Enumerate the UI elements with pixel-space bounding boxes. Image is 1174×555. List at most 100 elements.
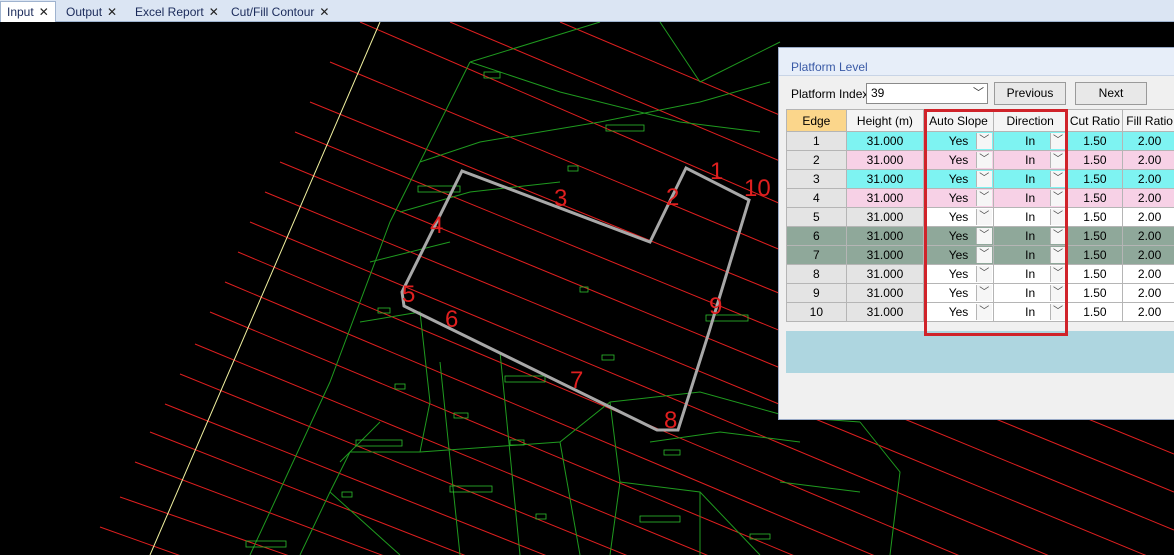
chevron-down-icon[interactable]: ﹀ <box>975 304 992 320</box>
chevron-down-icon[interactable]: ﹀ <box>1049 247 1066 263</box>
chevron-down-icon[interactable]: ﹀ <box>1049 152 1066 168</box>
direction-select[interactable]: In ﹀ <box>992 150 1068 170</box>
fill-ratio-cell[interactable]: 2.00 <box>1122 150 1174 170</box>
direction-select[interactable]: In ﹀ <box>992 245 1068 265</box>
chevron-down-icon[interactable]: ﹀ <box>1049 190 1066 206</box>
close-icon[interactable]: ✕ <box>209 5 219 19</box>
auto-slope-select[interactable]: Yes ﹀ <box>923 264 994 284</box>
chevron-down-icon[interactable]: ﹀ <box>1049 209 1066 225</box>
cut-ratio-cell[interactable]: 1.50 <box>1066 207 1124 227</box>
column-header-edge[interactable]: Edge <box>786 109 847 132</box>
cut-ratio-cell[interactable]: 1.50 <box>1066 226 1124 246</box>
tab-input[interactable]: Input ✕ <box>0 1 56 22</box>
cut-ratio-cell[interactable]: 1.50 <box>1066 169 1124 189</box>
tab-label: Input <box>7 5 34 19</box>
auto-slope-select[interactable]: Yes ﹀ <box>923 226 994 246</box>
auto-slope-select[interactable]: Yes ﹀ <box>923 188 994 208</box>
fill-ratio-cell[interactable]: 2.00 <box>1122 245 1174 265</box>
height-cell[interactable]: 31.000 <box>845 169 925 189</box>
table-row[interactable]: 6 31.000 Yes ﹀ In ﹀ 1.50 2.00 <box>786 226 1174 246</box>
cut-ratio-cell[interactable]: 1.50 <box>1066 264 1124 284</box>
close-icon[interactable]: ✕ <box>107 5 117 19</box>
table-row[interactable]: 1 31.000 Yes ﹀ In ﹀ 1.50 2.00 <box>786 131 1174 151</box>
close-icon[interactable]: ✕ <box>39 5 49 19</box>
chevron-down-icon[interactable]: ﹀ <box>975 247 992 263</box>
column-header-cut-ratio[interactable]: Cut Ratio <box>1066 109 1124 132</box>
table-row[interactable]: 8 31.000 Yes ﹀ In ﹀ 1.50 2.00 <box>786 264 1174 284</box>
direction-select[interactable]: In ﹀ <box>992 302 1068 322</box>
close-icon[interactable]: ✕ <box>319 5 329 19</box>
auto-slope-select[interactable]: Yes ﹀ <box>923 131 994 151</box>
chevron-down-icon[interactable]: ﹀ <box>975 171 992 187</box>
chevron-down-icon[interactable]: ﹀ <box>975 228 992 244</box>
table-row[interactable]: 5 31.000 Yes ﹀ In ﹀ 1.50 2.00 <box>786 207 1174 227</box>
chevron-down-icon[interactable]: ﹀ <box>973 84 984 103</box>
height-cell[interactable]: 31.000 <box>845 283 925 303</box>
chevron-down-icon[interactable]: ﹀ <box>1049 133 1066 149</box>
fill-ratio-cell[interactable]: 2.00 <box>1122 207 1174 227</box>
cut-ratio-cell[interactable]: 1.50 <box>1066 188 1124 208</box>
auto-slope-select[interactable]: Yes ﹀ <box>923 169 994 189</box>
cut-ratio-cell[interactable]: 1.50 <box>1066 131 1124 151</box>
auto-slope-select[interactable]: Yes ﹀ <box>923 207 994 227</box>
fill-ratio-cell[interactable]: 2.00 <box>1122 169 1174 189</box>
auto-slope-select[interactable]: Yes ﹀ <box>923 245 994 265</box>
auto-slope-select[interactable]: Yes ﹀ <box>923 283 994 303</box>
tab-cut-fill-contour[interactable]: Cut/Fill Contour ✕ <box>225 2 335 21</box>
height-cell[interactable]: 31.000 <box>845 188 925 208</box>
auto-slope-select[interactable]: Yes ﹀ <box>923 150 994 170</box>
cut-ratio-cell[interactable]: 1.50 <box>1066 302 1124 322</box>
fill-ratio-cell[interactable]: 2.00 <box>1122 302 1174 322</box>
fill-ratio-cell[interactable]: 2.00 <box>1122 131 1174 151</box>
height-cell[interactable]: 31.000 <box>845 264 925 284</box>
chevron-down-icon[interactable]: ﹀ <box>1049 228 1066 244</box>
chevron-down-icon[interactable]: ﹀ <box>975 133 992 149</box>
chevron-down-icon[interactable]: ﹀ <box>1049 171 1066 187</box>
fill-ratio-cell[interactable]: 2.00 <box>1122 188 1174 208</box>
direction-select[interactable]: In ﹀ <box>992 188 1068 208</box>
table-row[interactable]: 10 31.000 Yes ﹀ In ﹀ 1.50 2.00 <box>786 302 1174 322</box>
column-header-auto-slope[interactable]: Auto Slope <box>923 109 994 132</box>
table-row[interactable]: 3 31.000 Yes ﹀ In ﹀ 1.50 2.00 <box>786 169 1174 189</box>
table-row[interactable]: 7 31.000 Yes ﹀ In ﹀ 1.50 2.00 <box>786 245 1174 265</box>
direction-select[interactable]: In ﹀ <box>992 283 1068 303</box>
auto-slope-select[interactable]: Yes ﹀ <box>923 302 994 322</box>
cut-ratio-cell[interactable]: 1.50 <box>1066 283 1124 303</box>
table-row[interactable]: 2 31.000 Yes ﹀ In ﹀ 1.50 2.00 <box>786 150 1174 170</box>
tab-excel-report[interactable]: Excel Report ✕ <box>129 2 225 21</box>
table-row[interactable]: 4 31.000 Yes ﹀ In ﹀ 1.50 2.00 <box>786 188 1174 208</box>
chevron-down-icon[interactable]: ﹀ <box>975 209 992 225</box>
chevron-down-icon[interactable]: ﹀ <box>975 285 992 301</box>
direction-select[interactable]: In ﹀ <box>992 226 1068 246</box>
cut-ratio-cell[interactable]: 1.50 <box>1066 245 1124 265</box>
direction-select[interactable]: In ﹀ <box>992 131 1068 151</box>
chevron-down-icon[interactable]: ﹀ <box>1049 304 1066 320</box>
platform-index-select[interactable]: 39 ﹀ <box>866 83 988 104</box>
column-header-fill-ratio[interactable]: Fill Ratio <box>1122 109 1174 132</box>
height-cell[interactable]: 31.000 <box>845 226 925 246</box>
chevron-down-icon[interactable]: ﹀ <box>975 152 992 168</box>
direction-select[interactable]: In ﹀ <box>992 264 1068 284</box>
fill-ratio-cell[interactable]: 2.00 <box>1122 226 1174 246</box>
previous-button[interactable]: Previous <box>994 82 1066 105</box>
direction-select[interactable]: In ﹀ <box>992 169 1068 189</box>
column-header-direction[interactable]: Direction <box>992 109 1068 132</box>
chevron-down-icon[interactable]: ﹀ <box>1049 285 1066 301</box>
chevron-down-icon[interactable]: ﹀ <box>975 266 992 282</box>
height-cell[interactable]: 31.000 <box>845 207 925 227</box>
height-cell[interactable]: 31.000 <box>845 302 925 322</box>
next-button[interactable]: Next <box>1075 82 1147 105</box>
direction-select[interactable]: In ﹀ <box>992 207 1068 227</box>
table-row[interactable]: 9 31.000 Yes ﹀ In ﹀ 1.50 2.00 <box>786 283 1174 303</box>
platform-level-dialog: Platform Level Platform Index 39 ﹀ Previ… <box>778 47 1174 420</box>
fill-ratio-cell[interactable]: 2.00 <box>1122 264 1174 284</box>
tab-output[interactable]: Output ✕ <box>60 2 123 21</box>
height-cell[interactable]: 31.000 <box>845 150 925 170</box>
fill-ratio-cell[interactable]: 2.00 <box>1122 283 1174 303</box>
column-header-height[interactable]: Height (m) <box>845 109 925 132</box>
chevron-down-icon[interactable]: ﹀ <box>975 190 992 206</box>
height-cell[interactable]: 31.000 <box>845 245 925 265</box>
cut-ratio-cell[interactable]: 1.50 <box>1066 150 1124 170</box>
chevron-down-icon[interactable]: ﹀ <box>1049 266 1066 282</box>
height-cell[interactable]: 31.000 <box>845 131 925 151</box>
